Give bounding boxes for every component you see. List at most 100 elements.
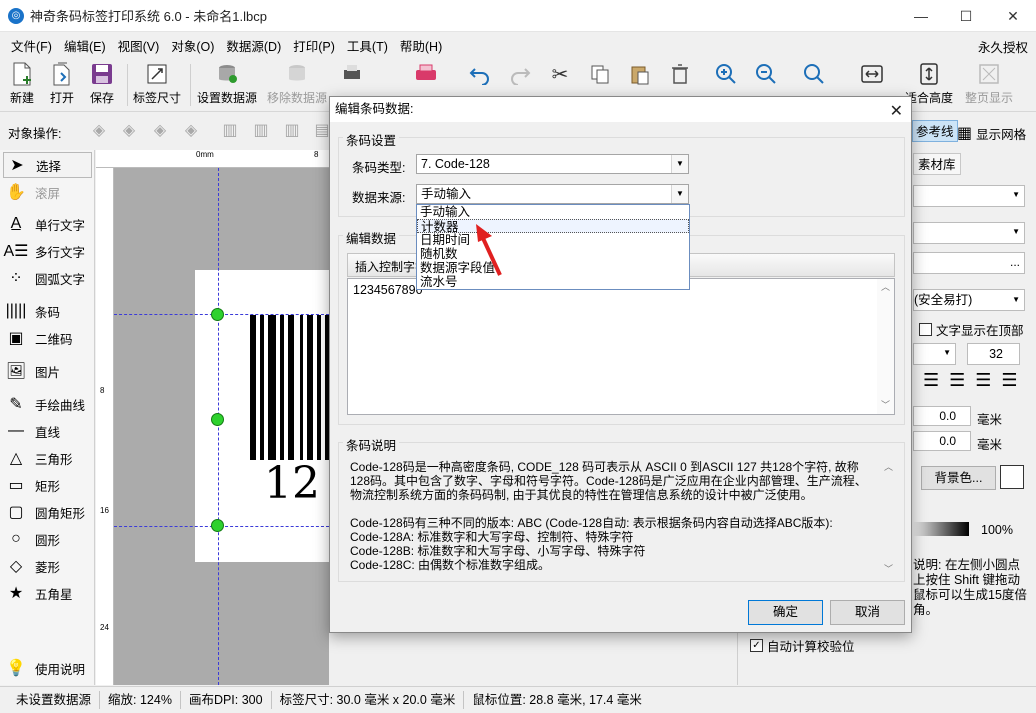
trash-icon bbox=[668, 62, 692, 86]
align-right-icon[interactable]: ▥ bbox=[281, 120, 303, 140]
tool-arc-text[interactable]: ⁘ 圆弧文字 bbox=[3, 265, 92, 291]
dropdown-option-serial[interactable]: 流水号 bbox=[417, 275, 689, 289]
magnifier-icon bbox=[802, 62, 826, 86]
dropdown-option-counter[interactable]: 计数器 bbox=[417, 219, 689, 234]
barcode-data-textarea[interactable]: 1234567890 ︿ ﹀ bbox=[347, 278, 895, 415]
dropdown-option-manual[interactable]: 手动输入 bbox=[417, 205, 689, 219]
menu-print[interactable]: 打印(P) bbox=[287, 36, 341, 55]
status-bar: 未设置数据源 缩放: 124% 画布DPI: 300 标签尺寸: 30.0 毫米… bbox=[0, 686, 1036, 713]
desc-scrollbar[interactable]: ︿ ﹀ bbox=[880, 460, 897, 575]
rounded-rect-icon: ▢ bbox=[8, 504, 24, 521]
tool-triangle[interactable]: △ 三角形 bbox=[3, 445, 92, 471]
tool-qrcode[interactable]: ▣ 二维码 bbox=[3, 325, 92, 351]
offset-y-spinner[interactable]: 0.0 bbox=[913, 431, 971, 451]
barcode-type-select[interactable]: 7. Code-128 ▼ bbox=[416, 154, 689, 174]
tool-single-text[interactable]: A̲ 单行文字 bbox=[3, 211, 92, 237]
resize-handle[interactable] bbox=[211, 413, 224, 426]
tool-star[interactable]: ★ 五角星 bbox=[3, 580, 92, 606]
hint-text: 说明: 在左侧小圆点 上按住 Shift 键拖动 鼠标可以生成15度倍 角。 bbox=[913, 558, 1027, 617]
scroll-up-icon[interactable]: ︿ bbox=[880, 460, 897, 473]
checkbox-box bbox=[919, 323, 932, 336]
menu-datasource[interactable]: 数据源(D) bbox=[220, 36, 287, 55]
layer-top-icon[interactable]: ◈ bbox=[118, 120, 140, 140]
menu-edit[interactable]: 编辑(E) bbox=[58, 36, 112, 55]
status-label-size: 标签尺寸: 30.0 毫米 x 20.0 毫米 bbox=[272, 691, 465, 709]
layer-down-icon[interactable]: ◈ bbox=[149, 120, 171, 140]
tool-rounded-rect[interactable]: ▢ 圆角矩形 bbox=[3, 499, 92, 525]
font-combo[interactable]: (安全易打) ▼ bbox=[913, 289, 1025, 311]
scroll-down-icon[interactable]: ﹀ bbox=[877, 397, 894, 414]
fit-height-button[interactable]: 适合高度 bbox=[905, 62, 953, 110]
tool-circle[interactable]: ○ 圆形 bbox=[3, 526, 92, 552]
full-page-button[interactable]: 整页显示 bbox=[965, 62, 1013, 110]
remove-datasource-button[interactable]: 移除数据源 bbox=[267, 62, 327, 110]
arc-text-icon: ⁘ bbox=[9, 270, 23, 287]
guide-lines-toggle[interactable]: 参考线 bbox=[912, 120, 958, 142]
tool-help[interactable]: 💡 使用说明 bbox=[3, 655, 92, 681]
menu-view[interactable]: 视图(V) bbox=[112, 36, 166, 55]
lightbulb-icon: 💡 bbox=[6, 660, 26, 677]
tool-rectangle[interactable]: ▭ 矩形 bbox=[3, 472, 92, 498]
title-bar: ◎ 神奇条码标签打印系统 6.0 - 未命名1.lbcp — ☐ ✕ bbox=[0, 0, 1036, 32]
ok-button[interactable]: 确定 bbox=[748, 600, 823, 625]
align-center-icon[interactable]: ▥ bbox=[250, 120, 272, 140]
maximize-button[interactable]: ☐ bbox=[943, 0, 989, 32]
property-combo-1[interactable]: ▼ bbox=[913, 185, 1025, 207]
font-size-spinner[interactable]: 32 bbox=[967, 343, 1020, 365]
open-button[interactable]: 打开 bbox=[50, 62, 74, 110]
object-ops-label: 对象操作: bbox=[8, 127, 62, 141]
opacity-slider[interactable] bbox=[913, 522, 969, 536]
show-grid-toggle[interactable]: ▦ 显示网格 bbox=[957, 123, 1026, 143]
set-datasource-button[interactable]: 设置数据源 bbox=[197, 62, 257, 110]
property-field-browse[interactable]: ... bbox=[913, 252, 1025, 274]
layer-bottom-icon[interactable]: ◈ bbox=[180, 120, 202, 140]
line-icon: — bbox=[8, 422, 24, 439]
resize-handle[interactable] bbox=[211, 308, 224, 321]
tool-diamond[interactable]: ◇ 菱形 bbox=[3, 553, 92, 579]
menu-help[interactable]: 帮助(H) bbox=[394, 36, 448, 55]
database-remove-icon bbox=[285, 62, 309, 86]
minimize-button[interactable]: — bbox=[898, 0, 944, 32]
font-style-combo[interactable]: ▼ bbox=[913, 343, 956, 365]
tool-freehand[interactable]: ✎ 手绘曲线 bbox=[3, 391, 92, 417]
resize-handle[interactable] bbox=[211, 519, 224, 532]
barcode-object[interactable]: 12 bbox=[250, 315, 329, 509]
menu-object[interactable]: 对象(O) bbox=[165, 36, 220, 55]
dialog-close-icon[interactable]: ✕ bbox=[890, 99, 903, 124]
save-button[interactable]: 保存 bbox=[90, 62, 114, 110]
tool-image[interactable]: 🖼 图片 bbox=[3, 358, 92, 384]
tool-select[interactable]: ➤ 选择 bbox=[3, 152, 92, 178]
status-datasource: 未设置数据源 bbox=[0, 691, 101, 709]
tool-barcode[interactable]: ||||| 条码 bbox=[3, 298, 92, 324]
checkmark-icon: ✓ bbox=[750, 639, 763, 652]
align-left-icon[interactable]: ▥ bbox=[219, 120, 241, 140]
zoom-out-icon bbox=[754, 62, 778, 86]
auto-check-digit-checkbox[interactable]: ✓ 自动计算校验位 bbox=[750, 636, 855, 655]
textarea-scrollbar[interactable]: ︿ ﹀ bbox=[877, 279, 894, 414]
text-align-icons[interactable]: ☰☰☰☰ bbox=[923, 370, 1028, 391]
menu-file[interactable]: 文件(F) bbox=[5, 36, 58, 55]
tool-line[interactable]: — 直线 bbox=[3, 418, 92, 444]
tool-scroll[interactable]: ✋ 滚屏 bbox=[3, 179, 92, 205]
background-color-button[interactable]: 背景色... bbox=[921, 466, 996, 490]
offset-x-spinner[interactable]: 0.0 bbox=[913, 406, 971, 426]
dropdown-option-datasource-field[interactable]: 数据源字段值 bbox=[417, 261, 689, 275]
tool-multi-text[interactable]: A☰ 多行文字 bbox=[3, 238, 92, 264]
cancel-button[interactable]: 取消 bbox=[830, 600, 905, 625]
label-size-button[interactable]: 标签尺寸 bbox=[133, 62, 181, 110]
background-color-swatch[interactable] bbox=[1000, 465, 1024, 489]
dropdown-option-datetime[interactable]: 日期时间 bbox=[417, 233, 689, 247]
scroll-down-icon[interactable]: ﹀ bbox=[880, 562, 897, 575]
property-combo-2[interactable]: ▼ bbox=[913, 222, 1025, 244]
dropdown-option-random[interactable]: 随机数 bbox=[417, 247, 689, 261]
data-source-select[interactable]: 手动输入 ▼ bbox=[416, 184, 689, 204]
copy-icon bbox=[588, 62, 612, 86]
text-on-top-checkbox[interactable]: 文字显示在顶部 bbox=[919, 320, 1024, 339]
layer-up-icon[interactable]: ◈ bbox=[88, 120, 110, 140]
menu-tools[interactable]: 工具(T) bbox=[341, 36, 394, 55]
scroll-up-icon[interactable]: ︿ bbox=[877, 279, 894, 296]
undo-icon bbox=[468, 62, 492, 86]
close-window-button[interactable]: ✕ bbox=[990, 0, 1036, 32]
new-button[interactable]: 新建 bbox=[10, 62, 34, 110]
tab-material[interactable]: 素材库 bbox=[913, 153, 961, 175]
